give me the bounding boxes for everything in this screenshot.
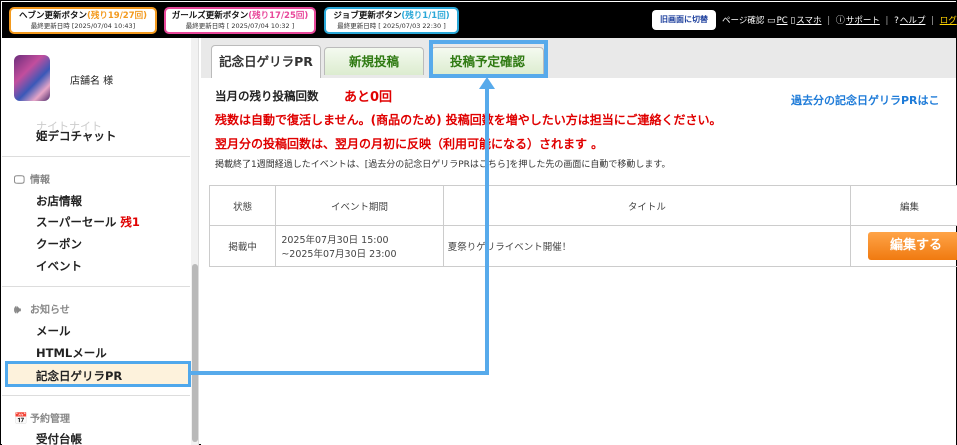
sidebar-scroll-thumb[interactable]: [192, 264, 198, 442]
table-header-row: 状態 イベント期間 タイトル 編集: [208, 185, 957, 226]
section-info-label: 情報: [30, 175, 50, 186]
smartphone-icon: ▯: [790, 16, 796, 26]
heaven-update-label: ヘブン更新ボタン: [18, 11, 87, 21]
question-circle-icon: ?: [894, 16, 899, 26]
section-reserve: 📅 予約管理: [14, 410, 70, 425]
smartphone-link[interactable]: スマホ: [796, 14, 821, 26]
pc-icon: ▭: [767, 16, 776, 26]
col-status: 状態: [208, 185, 277, 226]
sidebar-item-html-mail[interactable]: HTMLメール: [36, 345, 107, 361]
col-period: イベント期間: [275, 185, 444, 226]
row-status: 掲載中: [208, 225, 277, 267]
info-circle-icon: ⓘ: [835, 16, 845, 26]
tab-guerrilla-pr[interactable]: 記念日ゲリラPR: [211, 45, 321, 78]
heaven-remaining: (残り19/27回): [86, 11, 148, 21]
divider: [2, 286, 190, 287]
top-links: ページ確認 ▭PC ▯スマホ | ⓘサポート | ?ヘルプ | ログ: [722, 13, 957, 26]
divider: [2, 395, 190, 396]
section-notice: 🕪 お知らせ: [14, 301, 70, 317]
sidebar-item-super-sale[interactable]: スーパーセール 残1: [36, 214, 140, 230]
main-content: 記念日ゲリラPR 新規投稿 投稿予定確認 当月の残り投稿回数 あと0回 過去分の…: [201, 38, 957, 445]
job-remaining: (残り1/1回): [401, 11, 450, 21]
sidebar: 店舗名 様 ナイトナイト 姫デコチャット 🖵 情報 お店情報 スーパーセール 残1…: [2, 38, 199, 445]
super-sale-label: スーパーセール: [36, 215, 117, 229]
annotation-line-horizontal: [190, 371, 489, 375]
notice-no-auto-recover: 残数は自動で復活しません。(商品のため) 投稿回数を増やしたい方は担当にご連絡く…: [215, 113, 722, 127]
sidebar-item-event[interactable]: イベント: [36, 258, 82, 274]
notice-next-month: 翌月分の投稿回数は、翌月の月初に反映（利用可能になる）されます 。: [215, 137, 604, 151]
section-reserve-label: 予約管理: [30, 414, 70, 425]
period-end: ~2025年07月30日 23:00: [281, 249, 397, 260]
events-table: 状態 イベント期間 タイトル 編集 掲載中 2025年07月30日 15:00 …: [208, 185, 957, 267]
remaining-count-label: 当月の残り投稿回数: [215, 89, 319, 103]
pc-link[interactable]: PC: [777, 16, 788, 26]
super-sale-badge: 残1: [120, 215, 140, 229]
period-start: 2025年07月30日 15:00: [281, 235, 389, 246]
sidebar-item-mail[interactable]: メール: [36, 323, 71, 339]
edit-button[interactable]: 編集する: [867, 232, 957, 260]
monitor-icon: 🖵: [14, 173, 25, 186]
job-update-button[interactable]: ジョブ更新ボタン(残り1/1回) 最終更新日時 [ 2025/07/03 22:…: [324, 7, 459, 34]
remaining-count-value: あと0回: [344, 90, 393, 105]
speaker-icon: 🕪: [14, 303, 21, 316]
section-info: 🖵 情報: [14, 171, 50, 187]
tab-new-post[interactable]: 新規投稿: [324, 47, 424, 75]
calendar-icon: 📅: [14, 412, 28, 425]
col-title: タイトル: [442, 185, 851, 226]
past-guerrilla-link[interactable]: 過去分の記念日ゲリラPRはこ: [791, 92, 940, 108]
auto-move-note: 掲載終了1週間経過したイベントは、[過去分の記念日ゲリラPRはこちら]を押した先…: [215, 160, 671, 170]
annotation-arrow-up-icon: [479, 77, 495, 89]
sidebar-item-shop-info[interactable]: お店情報: [36, 193, 82, 209]
job-update-label: ジョブ更新ボタン: [333, 11, 402, 21]
sidebar-item-guerrilla-pr[interactable]: 記念日ゲリラPR: [5, 361, 191, 387]
sidebar-item-coupon[interactable]: クーポン: [36, 236, 82, 252]
highlight-box: [429, 40, 548, 78]
sidebar-item-reception[interactable]: 受付台帳: [36, 431, 82, 445]
sidebar-item-deco-chat[interactable]: 姫デコチャット: [36, 128, 116, 144]
job-updated-at: 最終更新日時 [ 2025/07/03 22:30 ]: [337, 22, 446, 30]
girls-updated-at: 最終更新日時 [ 2025/07/04 10:32 ]: [185, 22, 295, 30]
row-title[interactable]: 夏祭りゲリライベント開催！: [442, 225, 851, 267]
table-row: 掲載中 2025年07月30日 15:00 ~2025年07月30日 23:00…: [208, 225, 957, 267]
divider: [2, 156, 190, 157]
support-link[interactable]: サポート: [846, 14, 880, 26]
heaven-updated-at: 最終更新日時 [2025/07/04 10:43]: [30, 22, 136, 30]
row-period: 2025年07月30日 15:00 ~2025年07月30日 23:00: [275, 225, 444, 267]
top-bar: ヘブン更新ボタン(残り19/27回) 最終更新日時 [2025/07/04 10…: [2, 2, 957, 38]
guerrilla-pr-label: 記念日ゲリラPR: [36, 369, 123, 383]
page-check-label: ページ確認: [722, 16, 765, 26]
shop-name: 店舗名 様: [70, 76, 114, 87]
heaven-update-button[interactable]: ヘブン更新ボタン(残り19/27回) 最終更新日時 [2025/07/04 10…: [9, 7, 157, 34]
girls-update-label: ガールズ更新ボタン: [171, 11, 249, 21]
app-frame: ヘブン更新ボタン(残り19/27回) 最終更新日時 [2025/07/04 10…: [0, 0, 957, 445]
row-edit: 編集する: [849, 225, 957, 267]
help-link[interactable]: ヘルプ: [900, 14, 926, 26]
section-notice-label: お知らせ: [30, 305, 70, 316]
annotation-line-vertical: [485, 89, 489, 375]
girls-remaining: (残り17/25回): [248, 11, 309, 21]
shop-avatar: [14, 55, 50, 101]
col-edit: 編集: [849, 185, 957, 226]
girls-update-button[interactable]: ガールズ更新ボタン(残り17/25回) 最終更新日時 [ 2025/07/04 …: [164, 7, 316, 34]
logout-link[interactable]: ログ: [940, 14, 957, 26]
switch-old-screen-button[interactable]: 旧画面に切替: [652, 10, 716, 30]
tab-strip: 記念日ゲリラPR 新規投稿 投稿予定確認: [201, 38, 956, 78]
